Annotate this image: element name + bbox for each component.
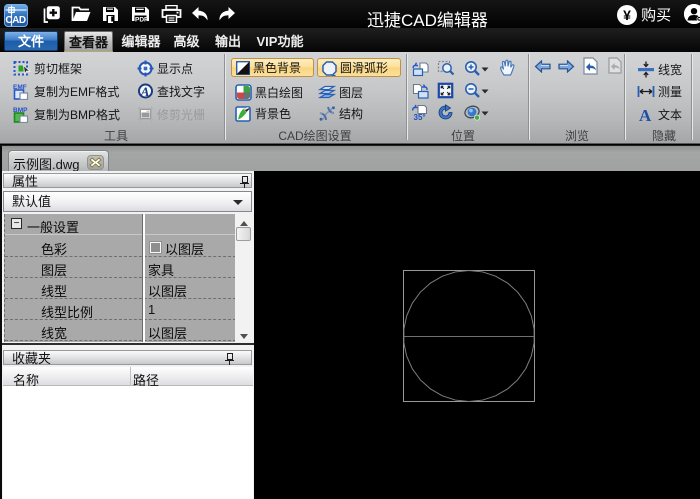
svg-text:35°: 35° bbox=[414, 113, 426, 121]
svg-text:A: A bbox=[639, 106, 652, 123]
svg-text:PDF: PDF bbox=[135, 17, 148, 24]
svg-text:A: A bbox=[140, 84, 150, 99]
